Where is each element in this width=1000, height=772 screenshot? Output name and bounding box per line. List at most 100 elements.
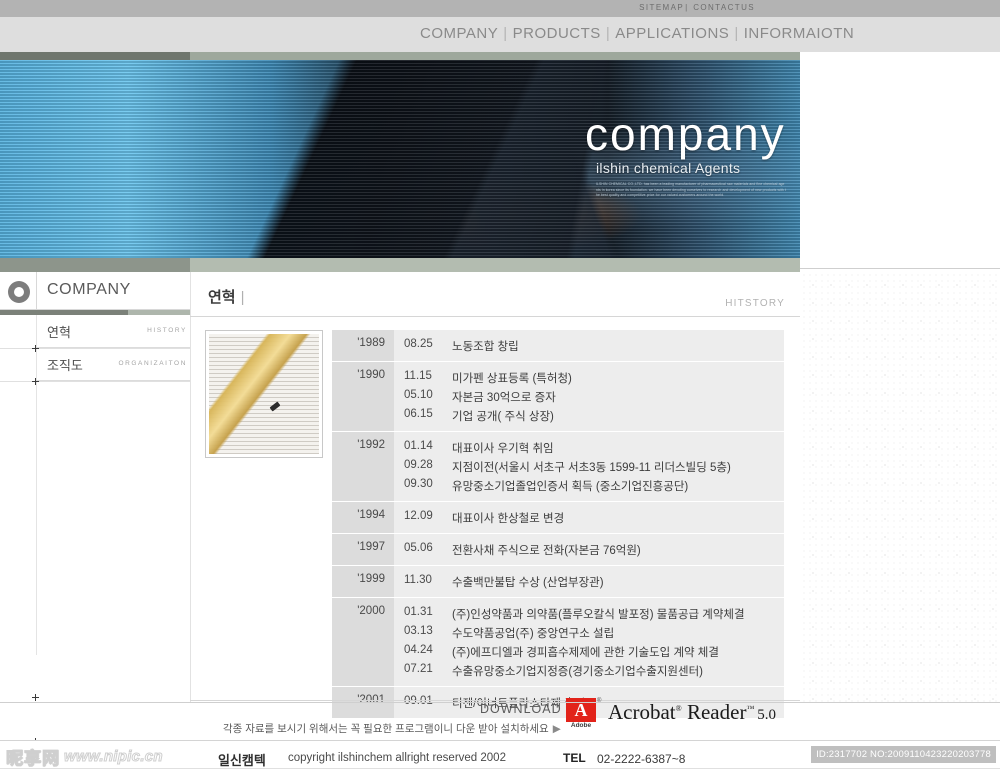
history-event-date: 05.10 bbox=[404, 388, 433, 401]
history-event-date: 01.31 bbox=[404, 605, 433, 618]
footer-brand-name: 일신캠텍 bbox=[218, 753, 266, 768]
adobe-logo[interactable]: A ® Adobe bbox=[566, 698, 601, 732]
history-event: 08.25 노동조합 창립 bbox=[394, 336, 784, 355]
history-event-text: 자본금 30억으로 증자 bbox=[452, 391, 556, 404]
history-year: '1989 bbox=[332, 330, 394, 361]
history-events: 08.25 노동조합 창립 bbox=[394, 330, 784, 361]
history-table: '1989 08.25 노동조합 창립 '1990 11.15 미가펜 상표등록 (특허청… bbox=[332, 330, 784, 719]
history-event-date: 01.14 bbox=[404, 439, 433, 452]
top-utility-bar: SITEMAP| CONTACTUS bbox=[0, 0, 1000, 17]
hero-banner: company ilshin chemical Agents ILSHIN CH… bbox=[0, 60, 800, 258]
history-event-date: 09.28 bbox=[404, 458, 433, 471]
history-event-date: 07.21 bbox=[404, 662, 433, 675]
main-navigation-bar: COMPANY | PRODUCTS | APPLICATIONS | INFORMAIOT… bbox=[0, 17, 1000, 52]
hero-title: company bbox=[585, 108, 786, 160]
history-event-text: 전환사채 주식으로 전화(자본금 76억원) bbox=[452, 544, 641, 557]
footer-tel-number: 02-2222-6387~8 bbox=[597, 752, 686, 766]
history-events: 11.15 미가펜 상표등록 (특허청) 05.10 자본금 30억으로 증자 06.1… bbox=[394, 362, 784, 431]
history-event: 06.15 기업 공개( 주식 상장) bbox=[394, 406, 784, 425]
history-event: 05.10 자본금 30억으로 증자 bbox=[394, 387, 784, 406]
sidebar-item-history-sublabel: HISTORY bbox=[147, 327, 187, 334]
nav-separator-2: | bbox=[605, 25, 611, 42]
history-row: '1997 05.06 전환사채 주식으로 전화(자본금 76억원) bbox=[332, 534, 784, 565]
sidebar-heading: COMPANY bbox=[47, 281, 131, 298]
history-photo bbox=[205, 330, 323, 458]
nav-separator-1: | bbox=[503, 25, 508, 42]
page-title-pipe: | bbox=[240, 289, 245, 306]
history-event-text: 지점이전(서울시 서초구 서초3동 1599-11 리더스빌딩 5층) bbox=[452, 461, 731, 474]
content-area: 연혁 | HITSTORY '1989 08.25 노동조합 창립 '1990 11.15… bbox=[190, 272, 800, 735]
nav-item-applications[interactable]: APPLICATIONS bbox=[615, 25, 729, 42]
sidebar-item-history-label: 연혁 bbox=[47, 325, 71, 340]
history-event: 07.21 수출유망중소기업지정증(경기중소기업수출지원센터) bbox=[394, 661, 784, 680]
history-event: 11.30 수출백만불탑 수상 (산업부장관) bbox=[394, 572, 784, 591]
history-year: '1999 bbox=[332, 566, 394, 597]
history-event: 11.15 미가펜 상표등록 (특허청) bbox=[394, 368, 784, 387]
history-event: 12.09 대표이사 한상철로 변경 bbox=[394, 508, 784, 527]
sidebar: COMPANY 연혁 HISTORY 조직도 ORGANIZAITON bbox=[0, 272, 190, 702]
history-event-date: 09.30 bbox=[404, 477, 433, 490]
footer-rule-top bbox=[0, 702, 1000, 703]
history-event-date: 06.15 bbox=[404, 407, 433, 420]
history-event-date: 05.06 bbox=[404, 541, 433, 554]
crosshair-mark-icon bbox=[32, 345, 39, 352]
pen-on-document-image bbox=[209, 334, 319, 454]
history-event-text: (주)에프디엘과 경피흡수제제에 관한 기술도입 계약 체결 bbox=[452, 646, 719, 659]
history-event-text: 수도약품공업(주) 중앙연구소 설립 bbox=[452, 627, 615, 640]
sidebar-item-history[interactable]: 연혁 HISTORY bbox=[36, 315, 190, 348]
download-label[interactable]: DOWNLOAD bbox=[480, 702, 562, 716]
history-row: '1992 01.14 대표이사 우기혁 취임 09.28 지점이전(서울시 서초구 서… bbox=[332, 432, 784, 501]
history-events: 11.30 수출백만불탑 수상 (산업부장관) bbox=[394, 566, 784, 597]
history-event: 05.06 전환사채 주식으로 전화(자본금 76억원) bbox=[394, 540, 784, 559]
nav-item-information[interactable]: INFORMAIOTN bbox=[744, 25, 855, 42]
donut-icon bbox=[8, 281, 30, 303]
content-left-rule bbox=[190, 272, 191, 702]
history-row: '1994 12.09 대표이사 한상철로 변경 bbox=[332, 502, 784, 533]
footer-tel-label: TEL bbox=[563, 751, 586, 765]
acrobat-word: Acrobat bbox=[608, 700, 676, 724]
history-event: 01.31 (주)인성약품과 의약품(플루오칼식 발포정) 물품공급 계약체결 bbox=[394, 604, 784, 623]
history-year: '1994 bbox=[332, 502, 394, 533]
history-event-date: 11.30 bbox=[404, 573, 432, 586]
history-event-text: 대표이사 우기혁 취임 bbox=[452, 442, 554, 455]
acrobat-tm-icon: ® bbox=[675, 704, 682, 713]
under-hero-band-dark bbox=[0, 258, 190, 272]
history-event-text: 노동조합 창립 bbox=[452, 340, 519, 353]
sidebar-header: COMPANY bbox=[0, 272, 190, 310]
history-year: '1997 bbox=[332, 534, 394, 565]
download-row: 각종 자료를 보시기 위해서는 꼭 필요한 프로그램이니 다운 받아 설치하세요… bbox=[190, 696, 800, 746]
download-arrow-icon: ▶ bbox=[552, 723, 561, 735]
history-event-text: 수출유망중소기업지정증(경기중소기업수출지원센터) bbox=[452, 665, 703, 678]
history-row: '1989 08.25 노동조합 창립 bbox=[332, 330, 784, 361]
adobe-wordmark: Adobe bbox=[570, 722, 592, 729]
history-events: 05.06 전환사채 주식으로 전화(자본금 76억원) bbox=[394, 534, 784, 565]
sidebar-item-organization-sublabel: ORGANIZAITON bbox=[118, 360, 187, 367]
crosshair-mark-icon bbox=[32, 378, 39, 385]
hero-subtitle: ilshin chemical Agents bbox=[596, 160, 741, 176]
nav-strip-right-filler bbox=[800, 52, 1000, 60]
sitemap-link[interactable]: SITEMAP bbox=[639, 3, 684, 12]
history-event-text: 유망중소기업졸업인증서 획득 (중소기업진흥공단) bbox=[452, 480, 689, 493]
watermark-url-text: www.nipic.cn bbox=[64, 748, 164, 766]
footer-copyright: copyright ilshinchem allright reserved 2… bbox=[288, 752, 506, 764]
history-event-text: 미가펜 상표등록 (특허청) bbox=[452, 372, 572, 385]
contactus-link[interactable]: CONTACTUS bbox=[693, 3, 755, 12]
history-row: '2000 01.31 (주)인성약품과 의약품(플루오칼식 발포정) 물품공급 계… bbox=[332, 598, 784, 686]
main-nav-items: COMPANY | PRODUCTS | APPLICATIONS | INFORMAIOT… bbox=[420, 25, 854, 42]
nav-item-company[interactable]: COMPANY bbox=[420, 25, 498, 42]
nav-item-products[interactable]: PRODUCTS bbox=[513, 25, 601, 42]
sidebar-item-organization[interactable]: 조직도 ORGANIZAITON bbox=[36, 348, 190, 381]
history-row: '1999 11.30 수출백만불탑 수상 (산업부장관) bbox=[332, 566, 784, 597]
nav-strip-light bbox=[190, 52, 800, 60]
history-event-date: 11.15 bbox=[404, 369, 432, 382]
watermark-cjk-text: 昵享网 bbox=[6, 749, 60, 769]
hero-right-filler bbox=[800, 60, 1000, 258]
history-event-text: 대표이사 한상철로 변경 bbox=[452, 512, 565, 525]
history-year: '1990 bbox=[332, 362, 394, 431]
sidebar-header-divider bbox=[36, 272, 37, 310]
download-note: 각종 자료를 보시기 위해서는 꼭 필요한 프로그램이니 다운 받아 설치하세요… bbox=[223, 721, 561, 736]
history-events: 01.14 대표이사 우기혁 취임 09.28 지점이전(서울시 서초구 서초3동 1… bbox=[394, 432, 784, 501]
history-event: 04.24 (주)에프디엘과 경피흡수제제에 관한 기술도입 계약 체결 bbox=[394, 642, 784, 661]
history-year: '2000 bbox=[332, 598, 394, 686]
footer-id-tag: ID:2317702 NO:2009110423220203778 bbox=[811, 746, 996, 763]
